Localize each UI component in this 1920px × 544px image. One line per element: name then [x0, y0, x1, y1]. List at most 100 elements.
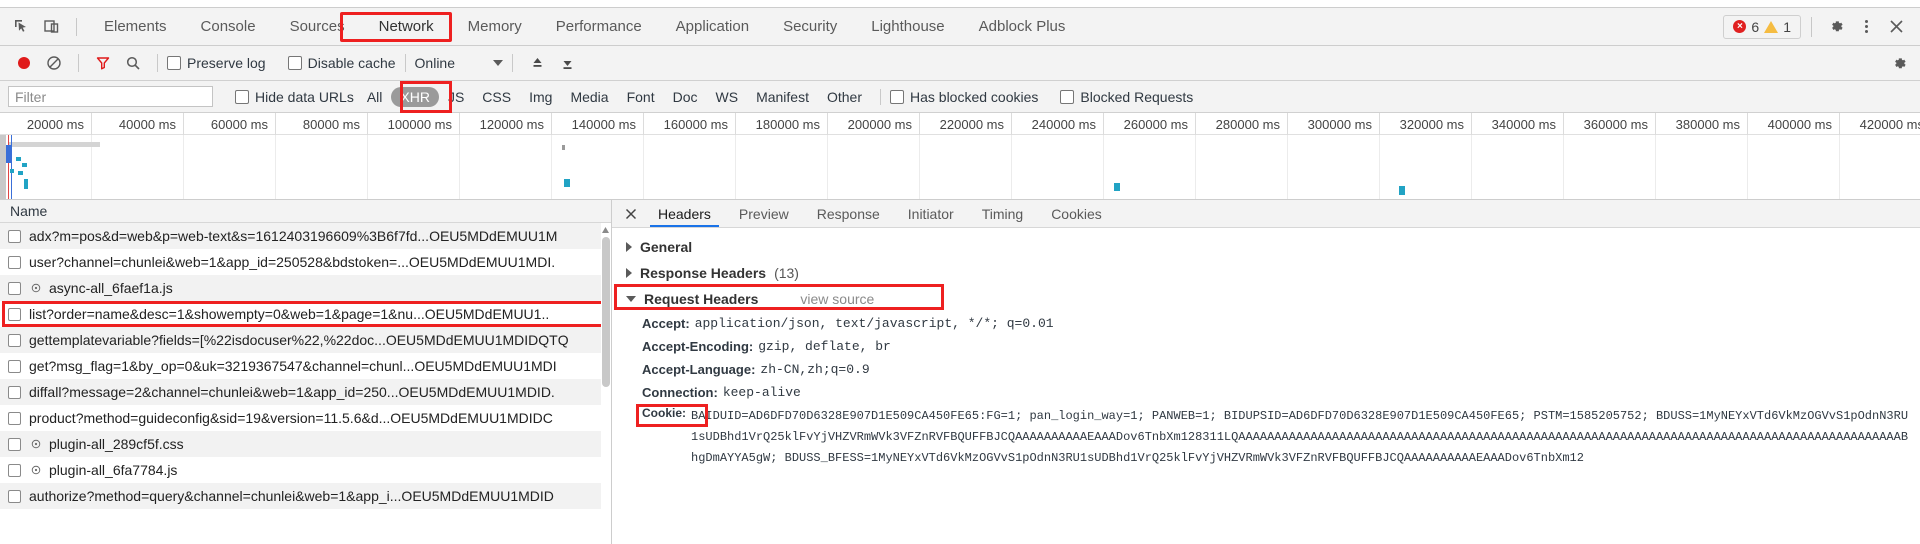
table-row[interactable]: adx?m=pos&d=web&p=web-text&s=16124031966…: [0, 223, 611, 249]
close-icon[interactable]: [618, 200, 644, 227]
divider: [512, 54, 513, 72]
chevron-down-icon: [626, 296, 636, 302]
issues-counter[interactable]: × 6 1: [1723, 14, 1801, 39]
gear-icon[interactable]: [1822, 13, 1850, 41]
table-row[interactable]: authorize?method=query&channel=chunlei&w…: [0, 483, 611, 509]
tab-performance[interactable]: Performance: [539, 8, 659, 45]
row-checkbox[interactable]: [8, 385, 21, 399]
filter-type-media[interactable]: Media: [561, 87, 617, 107]
requests-scrollbar[interactable]: [601, 223, 611, 544]
row-checkbox[interactable]: [8, 411, 21, 425]
device-toolbar-icon[interactable]: [36, 13, 66, 41]
hide-data-urls-checkbox[interactable]: Hide data URLs: [235, 89, 354, 105]
tab-elements[interactable]: Elements: [87, 8, 184, 45]
row-checkbox[interactable]: [8, 489, 21, 503]
network-overview[interactable]: 20000 ms 40000 ms 60000 ms 80000 ms 1000…: [0, 113, 1920, 200]
filter-type-img[interactable]: Img: [520, 87, 561, 107]
scrollbar-thumb[interactable]: [602, 237, 610, 387]
row-checkbox[interactable]: [8, 281, 21, 295]
inspect-element-icon[interactable]: [6, 13, 36, 41]
overview-graph[interactable]: [0, 135, 1920, 199]
table-row[interactable]: list?order=name&desc=1&showempty=0&web=1…: [0, 301, 611, 327]
tab-memory[interactable]: Memory: [451, 8, 539, 45]
filter-input[interactable]: [8, 86, 213, 107]
export-har-icon[interactable]: [552, 50, 582, 76]
tab-cookies[interactable]: Cookies: [1037, 200, 1116, 227]
filter-type-css[interactable]: CSS: [473, 87, 520, 107]
filter-type-xhr[interactable]: XHR: [391, 86, 439, 107]
blocked-requests-label: Blocked Requests: [1080, 88, 1194, 105]
requests-column-header[interactable]: Name: [0, 200, 611, 223]
has-blocked-cookies-checkbox[interactable]: Has blocked cookies: [890, 89, 1038, 105]
request-name: list?order=name&desc=1&showempty=0&web=1…: [29, 306, 550, 322]
close-icon[interactable]: [1882, 13, 1910, 41]
row-checkbox[interactable]: [8, 359, 21, 373]
checkbox-box[interactable]: [890, 89, 904, 104]
row-checkbox[interactable]: [8, 437, 21, 451]
tab-preview[interactable]: Preview: [725, 200, 803, 227]
ruler-tick: 200000 ms: [828, 113, 920, 135]
table-row[interactable]: get?msg_flag=1&by_op=0&uk=3219367547&cha…: [0, 353, 611, 379]
scroll-up-arrow-icon[interactable]: [601, 225, 610, 235]
filter-type-js[interactable]: JS: [439, 87, 473, 107]
tab-adblock-plus[interactable]: Adblock Plus: [962, 8, 1083, 45]
section-response-headers[interactable]: Response Headers (13): [612, 260, 1920, 286]
header-row: Accept-Encoding: gzip, deflate, br: [612, 335, 1920, 358]
filter-type-all[interactable]: All: [358, 87, 392, 107]
network-settings-gear-icon[interactable]: [1890, 50, 1920, 76]
row-checkbox[interactable]: [8, 307, 21, 321]
disable-cache-label: Disable cache: [307, 55, 396, 71]
row-checkbox[interactable]: [8, 463, 21, 477]
kebab-menu-icon[interactable]: [1852, 13, 1880, 41]
response-headers-count: (13): [774, 265, 799, 281]
filter-type-manifest[interactable]: Manifest: [747, 87, 818, 107]
table-row[interactable]: diffall?message=2&channel=chunlei&web=1&…: [0, 379, 611, 405]
overview-left-handle[interactable]: [0, 135, 6, 199]
import-har-icon[interactable]: [522, 50, 552, 76]
view-source-link[interactable]: view source: [800, 291, 874, 307]
preserve-log-checkbox[interactable]: Preserve log: [167, 55, 266, 71]
tab-lighthouse[interactable]: Lighthouse: [854, 8, 961, 45]
tab-initiator[interactable]: Initiator: [894, 200, 968, 227]
filter-type-font[interactable]: Font: [618, 87, 664, 107]
tab-response[interactable]: Response: [803, 200, 894, 227]
search-icon[interactable]: [118, 50, 148, 76]
filter-type-doc[interactable]: Doc: [664, 87, 707, 107]
section-general[interactable]: General: [612, 234, 1920, 260]
header-row: Accept: application/json, text/javascrip…: [612, 312, 1920, 335]
section-request-headers[interactable]: Request Headers view source: [612, 284, 1920, 312]
filter-type-ws[interactable]: WS: [707, 87, 748, 107]
tab-sources[interactable]: Sources: [273, 8, 362, 45]
throttling-select[interactable]: Online: [415, 55, 503, 71]
checkbox-box[interactable]: [1060, 89, 1075, 104]
table-row[interactable]: plugin-all_6fa7784.js: [0, 457, 611, 483]
disable-cache-checkbox[interactable]: Disable cache: [287, 55, 396, 71]
filter-type-other[interactable]: Other: [818, 87, 871, 107]
checkbox-box[interactable]: [235, 89, 249, 104]
checkbox-box[interactable]: [167, 56, 181, 70]
tab-console[interactable]: Console: [184, 8, 273, 45]
table-row[interactable]: plugin-all_289cf5f.css: [0, 431, 611, 457]
tab-network[interactable]: Network: [362, 8, 451, 45]
row-checkbox[interactable]: [8, 229, 21, 243]
table-row[interactable]: gettemplatevariable?fields=[%22isdocuser…: [0, 327, 611, 353]
clear-icon[interactable]: [39, 50, 69, 76]
tab-application[interactable]: Application: [659, 8, 766, 45]
blocked-requests-checkbox[interactable]: Blocked Requests: [1060, 89, 1193, 105]
tab-timing[interactable]: Timing: [968, 200, 1038, 227]
row-checkbox[interactable]: [8, 255, 21, 269]
filter-funnel-icon[interactable]: [88, 50, 118, 76]
tab-headers[interactable]: Headers: [644, 200, 725, 227]
ruler-tick: 180000 ms: [736, 113, 828, 135]
header-row: Accept-Language: zh-CN,zh;q=0.9: [612, 358, 1920, 381]
record-button-icon[interactable]: [9, 50, 39, 76]
tab-security[interactable]: Security: [766, 8, 854, 45]
hide-data-urls-label: Hide data URLs: [255, 88, 354, 105]
row-checkbox[interactable]: [8, 333, 21, 347]
table-row[interactable]: user?channel=chunlei&web=1&app_id=250528…: [0, 249, 611, 275]
ruler-tick: 80000 ms: [276, 113, 368, 135]
table-row[interactable]: async-all_6faef1a.js: [0, 275, 611, 301]
checkbox-box[interactable]: [287, 56, 302, 70]
table-row[interactable]: product?method=guideconfig&sid=19&versio…: [0, 405, 611, 431]
network-split: Name adx?m=pos&d=web&p=web-text&s=161240…: [0, 200, 1920, 544]
